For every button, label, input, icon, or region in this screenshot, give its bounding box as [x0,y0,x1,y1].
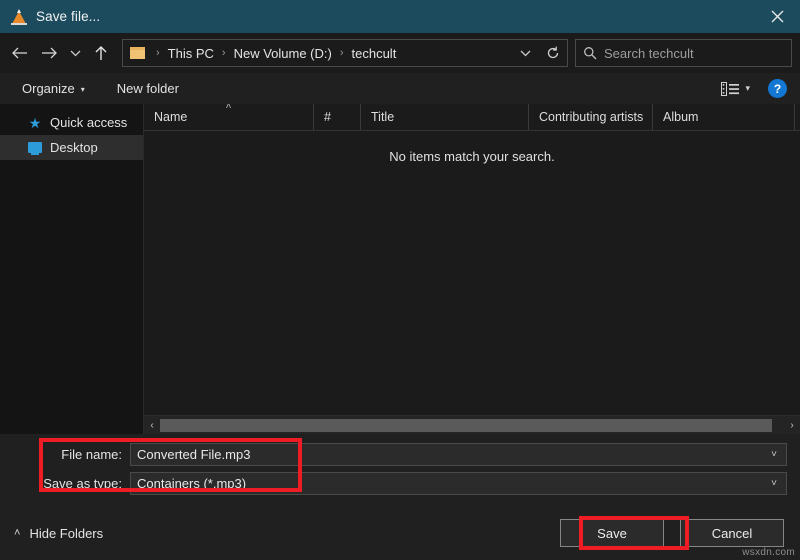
column-label: # [324,110,331,124]
watermark: wsxdn.com [742,547,795,558]
column-header-title[interactable]: Title [361,104,529,130]
chevron-down-icon[interactable]: ˅ [762,478,786,489]
vlc-cone-icon [11,8,27,25]
organize-button[interactable]: Organize ▾ [18,73,89,104]
breadcrumb-new-volume[interactable]: New Volume (D:) [232,46,334,61]
breadcrumb-separator: › [156,47,160,59]
hide-folders-label: Hide Folders [29,525,104,541]
breadcrumb-separator: › [221,47,226,59]
column-header-album[interactable]: Album [653,104,795,130]
cancel-button[interactable]: Cancel [680,519,784,547]
address-bar[interactable]: › This PC › New Volume (D:) › techcult [122,39,568,67]
star-icon: ★ [28,114,42,131]
column-header-contributing-artists[interactable]: Contributing artists [529,104,653,130]
dialog-footer: ˄ Hide Folders Save Cancel [0,506,800,560]
column-label: Album [663,110,699,124]
sidebar-item-quick-access[interactable]: ★ Quick access [0,110,143,135]
up-icon[interactable] [86,39,116,67]
column-header-track-number[interactable]: # [314,104,361,130]
file-list-pane: ˄ Name # Title Contributing artists Albu… [144,104,800,434]
monitor-icon [27,140,43,156]
chevron-down-icon: ▾ [80,85,85,94]
recent-locations-chevron-down-icon[interactable] [64,39,86,67]
search-input[interactable] [604,45,791,61]
search-box[interactable] [575,39,792,67]
refresh-icon[interactable] [539,41,567,65]
file-name-label: File name: [61,446,122,462]
column-label: Name [154,110,188,124]
save-as-type-label: Save as type: [43,475,122,491]
window-title: Save file... [36,9,101,24]
sidebar-item-label: Desktop [50,140,98,155]
breadcrumb-separator: › [339,47,344,59]
breadcrumb-this-pc[interactable]: This PC [166,46,216,61]
forward-icon[interactable] [34,39,64,67]
column-label: Title [371,110,395,124]
save-file-dialog: Save file... › This PC › New Volume (D:)… [0,0,800,560]
sort-ascending-icon: ˄ [225,104,232,112]
save-button[interactable]: Save [560,519,664,547]
navigation-bar: › This PC › New Volume (D:) › techcult [0,33,800,73]
scrollbar-thumb[interactable] [160,418,772,432]
empty-list-message: No items match your search. [389,149,555,164]
scrollbar-track[interactable] [160,418,784,432]
organize-label: Organize [22,81,75,96]
title-bar: Save file... [0,0,800,33]
navigation-sidebar: ★ Quick access Desktop [0,104,144,434]
search-icon [576,41,604,65]
file-name-combobox[interactable]: ˅ [130,442,787,466]
save-as-type-combobox[interactable]: Containers (*.mp3) ˅ [130,471,787,495]
file-name-input[interactable] [131,445,762,463]
sidebar-item-label: Quick access [50,115,128,130]
chevron-up-icon: ˄ [14,527,21,539]
new-folder-button[interactable]: New folder [113,73,183,104]
command-bar: Organize ▾ New folder ▾ ? [0,73,800,104]
dialog-body: ★ Quick access Desktop ˄ Name # Title Co… [0,104,800,434]
sidebar-item-desktop[interactable]: Desktop [0,135,143,160]
save-as-type-value: Containers (*.mp3) [137,475,247,491]
address-chevron-down-icon[interactable] [511,41,539,65]
breadcrumb-techcult[interactable]: techcult [350,46,399,61]
column-header-name[interactable]: ˄ Name [144,104,314,130]
scroll-left-icon[interactable]: ‹ [144,417,160,433]
view-chevron-down-icon[interactable]: ▾ [745,83,750,94]
help-button[interactable]: ? [768,79,787,98]
view-options-icon[interactable] [721,81,741,97]
horizontal-scrollbar[interactable]: ‹ › [144,415,800,434]
new-folder-label: New folder [116,81,179,96]
close-icon[interactable] [754,0,800,33]
scroll-right-icon[interactable]: › [784,417,800,433]
back-icon[interactable] [4,39,34,67]
folder-icon [130,47,145,59]
save-as-type-row: Save as type: Containers (*.mp3) ˅ [0,471,800,495]
save-form: File name: ˅ Save as type: Containers (*… [0,434,800,506]
column-header-row: ˄ Name # Title Contributing artists Albu… [144,104,800,131]
hide-folders-button[interactable]: ˄ Hide Folders [14,526,103,541]
column-label: Contributing artists [539,110,644,124]
chevron-down-icon[interactable]: ˅ [762,449,786,460]
file-name-row: File name: ˅ [0,442,800,466]
